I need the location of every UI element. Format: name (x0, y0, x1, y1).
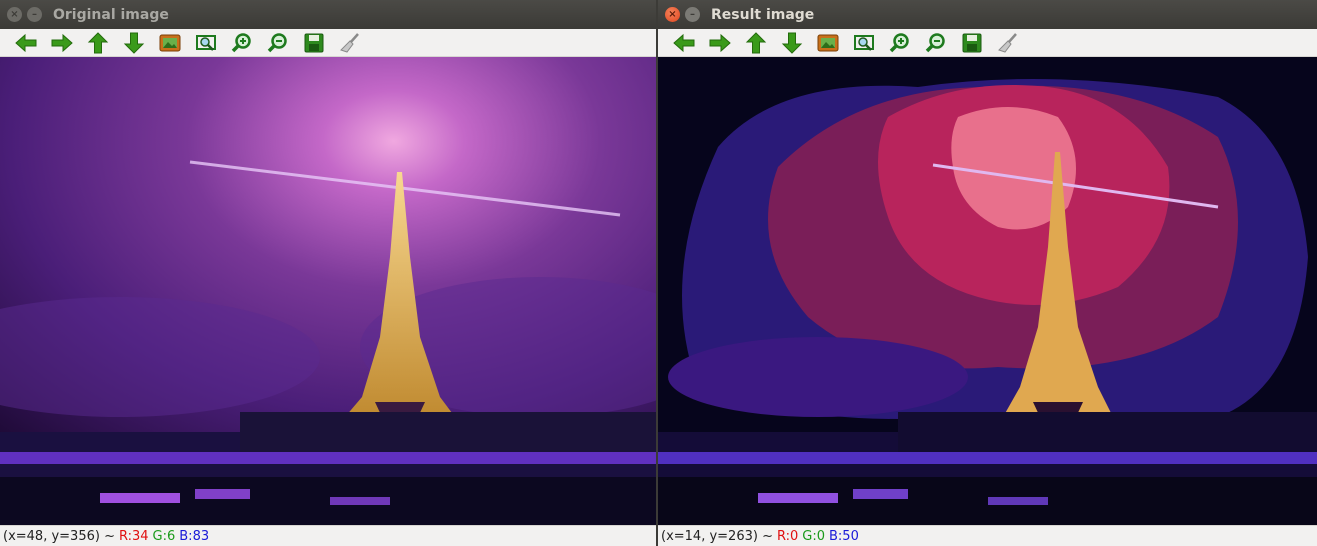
blue-value: B:50 (829, 528, 859, 544)
arrow-up-icon[interactable] (738, 30, 774, 56)
save-icon[interactable] (954, 30, 990, 56)
image-icon[interactable] (810, 30, 846, 56)
window-title: Result image (711, 6, 815, 23)
title-bar[interactable]: × – Original image (0, 0, 656, 29)
arrow-right-icon[interactable] (44, 30, 80, 56)
result-image-window: × – Result image (x=14, y=263) ~ R:0 G:0… (658, 0, 1317, 546)
close-button[interactable]: × (7, 7, 22, 22)
image-canvas[interactable] (658, 57, 1317, 525)
clear-brush-icon[interactable] (990, 30, 1026, 56)
arrow-left-icon[interactable] (8, 30, 44, 56)
close-button[interactable]: × (665, 7, 680, 22)
zoom-in-icon[interactable] (882, 30, 918, 56)
eiffel-tower-photo (0, 57, 656, 525)
minimize-button[interactable]: – (27, 7, 42, 22)
zoom-out-icon[interactable] (260, 30, 296, 56)
blue-value: B:83 (179, 528, 210, 544)
arrow-down-icon[interactable] (774, 30, 810, 56)
zoom-fit-icon[interactable] (846, 30, 882, 56)
zoom-out-icon[interactable] (918, 30, 954, 56)
toolbar (0, 29, 656, 57)
original-image-window: × – Original image (x=48, y=356) ~ R:34 … (0, 0, 656, 546)
zoom-in-icon[interactable] (224, 30, 260, 56)
red-value: R:34 (118, 528, 149, 544)
arrow-down-icon[interactable] (116, 30, 152, 56)
green-value: G:6 (152, 528, 176, 544)
zoom-fit-icon[interactable] (188, 30, 224, 56)
image-icon[interactable] (152, 30, 188, 56)
cursor-coordinates: (x=14, y=263) ~ (661, 528, 773, 544)
cursor-coordinates: (x=48, y=356) ~ (3, 528, 115, 544)
clear-brush-icon[interactable] (332, 30, 368, 56)
status-bar: (x=48, y=356) ~ R:34 G:6 B:83 (0, 525, 656, 546)
arrow-right-icon[interactable] (702, 30, 738, 56)
arrow-left-icon[interactable] (666, 30, 702, 56)
toolbar (658, 29, 1317, 57)
save-icon[interactable] (296, 30, 332, 56)
window-title: Original image (53, 6, 169, 23)
title-bar[interactable]: × – Result image (658, 0, 1317, 29)
image-canvas[interactable] (0, 57, 656, 525)
red-value: R:0 (776, 528, 799, 544)
status-bar: (x=14, y=263) ~ R:0 G:0 B:50 (658, 525, 1317, 546)
arrow-up-icon[interactable] (80, 30, 116, 56)
minimize-button[interactable]: – (685, 7, 700, 22)
posterized-eiffel-tower-photo (658, 57, 1317, 525)
green-value: G:0 (802, 528, 825, 544)
